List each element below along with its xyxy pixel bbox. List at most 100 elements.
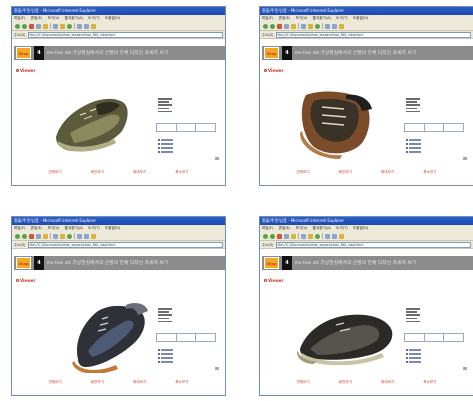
search-icon[interactable] (301, 23, 306, 29)
mail-icon[interactable] (325, 233, 330, 239)
favorites-icon[interactable] (308, 23, 313, 29)
favorites-icon[interactable] (308, 233, 313, 239)
mail-icon[interactable] (325, 23, 330, 29)
shoe-image[interactable] (296, 309, 396, 365)
print-icon[interactable] (332, 23, 337, 29)
menu-item-help[interactable]: 도움말(H) (353, 226, 368, 230)
address-input[interactable]: file:///C:/Documents/shoe_viewer/shoe_36… (27, 241, 223, 248)
zoom-icon[interactable] (463, 367, 467, 370)
address-input[interactable]: file:///C:/Documents/shoe_viewer/shoe_36… (275, 241, 471, 248)
menu-item-tools[interactable]: 도구(T) (336, 16, 348, 20)
zoom-icon[interactable] (215, 157, 219, 160)
menu-item-edit[interactable]: 편집(E) (279, 16, 291, 20)
link-all-view[interactable]: 전체보기 (297, 170, 310, 175)
menu-item-view[interactable]: 보기(V) (47, 16, 59, 20)
menu-item-file[interactable]: 파일(F) (14, 226, 25, 230)
menu-item-tools[interactable]: 도구(T) (88, 226, 100, 230)
favorites-icon[interactable] (60, 233, 65, 239)
stop-icon[interactable] (277, 23, 282, 29)
search-icon[interactable] (53, 23, 58, 29)
home-icon[interactable] (291, 233, 296, 239)
menu-item-tools[interactable]: 도구(T) (88, 16, 100, 20)
mail-icon[interactable] (77, 23, 82, 29)
shop-logo[interactable]: Shop (264, 47, 279, 59)
link-rotate-view[interactable]: 회전보기 (339, 380, 352, 385)
refresh-icon[interactable] (36, 233, 41, 239)
zoom-icon[interactable] (215, 367, 219, 370)
stop-icon[interactable] (29, 233, 34, 239)
print-icon[interactable] (84, 233, 89, 239)
menu-item-favorites[interactable]: 즐겨찾기(A) (313, 226, 332, 230)
favorites-icon[interactable] (60, 23, 65, 29)
back-icon[interactable] (15, 23, 20, 29)
forward-icon[interactable] (22, 233, 27, 239)
address-input[interactable]: file:///C:/Documents/shoe_viewer/shoe_36… (275, 31, 471, 38)
link-zoom-out[interactable]: 축소보기 (175, 380, 188, 385)
menu-item-tools[interactable]: 도구(T) (336, 226, 348, 230)
menu-item-edit[interactable]: 편집(E) (31, 226, 43, 230)
mail-icon[interactable] (77, 233, 82, 239)
menu-item-file[interactable]: 파일(F) (262, 16, 273, 20)
menu-item-help[interactable]: 도움말(H) (105, 226, 120, 230)
shop-logo[interactable]: Shop (264, 257, 279, 269)
media-icon[interactable] (315, 233, 320, 239)
link-zoom-out[interactable]: 축소보기 (423, 380, 436, 385)
stop-icon[interactable] (29, 23, 34, 29)
menu-item-view[interactable]: 보기(V) (47, 226, 59, 230)
edit-icon[interactable] (339, 233, 344, 239)
link-rotate-view[interactable]: 회전보기 (91, 380, 104, 385)
menu-item-file[interactable]: 파일(F) (14, 16, 25, 20)
media-icon[interactable] (67, 23, 72, 29)
back-icon[interactable] (263, 233, 268, 239)
menu-item-favorites[interactable]: 즐겨찾기(A) (65, 16, 84, 20)
stop-icon[interactable] (277, 233, 282, 239)
media-icon[interactable] (67, 233, 72, 239)
menu-item-edit[interactable]: 편집(E) (279, 226, 291, 230)
search-icon[interactable] (301, 233, 306, 239)
shoe-image[interactable] (50, 93, 134, 155)
link-all-view[interactable]: 전체보기 (49, 170, 62, 175)
menu-item-favorites[interactable]: 즐겨찾기(A) (65, 226, 84, 230)
home-icon[interactable] (291, 23, 296, 29)
refresh-icon[interactable] (284, 23, 289, 29)
link-zoom-in[interactable]: 확대보기 (381, 380, 394, 385)
edit-icon[interactable] (91, 233, 96, 239)
edit-icon[interactable] (91, 23, 96, 29)
menu-item-edit[interactable]: 편집(E) (31, 16, 43, 20)
menu-item-view[interactable]: 보기(V) (295, 226, 307, 230)
link-rotate-view[interactable]: 회전보기 (339, 170, 352, 175)
back-icon[interactable] (263, 23, 268, 29)
refresh-icon[interactable] (36, 23, 41, 29)
menu-item-file[interactable]: 파일(F) (262, 226, 273, 230)
home-icon[interactable] (43, 23, 48, 29)
shop-logo[interactable]: Shop (16, 47, 31, 59)
back-icon[interactable] (15, 233, 20, 239)
edit-icon[interactable] (339, 23, 344, 29)
refresh-icon[interactable] (284, 233, 289, 239)
shoe-image[interactable] (68, 299, 150, 373)
menu-item-favorites[interactable]: 즐겨찾기(A) (313, 16, 332, 20)
print-icon[interactable] (332, 233, 337, 239)
menu-item-help[interactable]: 도움말(H) (105, 16, 120, 20)
link-all-view[interactable]: 전체보기 (49, 380, 62, 385)
link-rotate-view[interactable]: 회전보기 (91, 170, 104, 175)
home-icon[interactable] (43, 233, 48, 239)
link-zoom-out[interactable]: 축소보기 (423, 170, 436, 175)
search-icon[interactable] (53, 233, 58, 239)
menu-item-view[interactable]: 보기(V) (295, 16, 307, 20)
link-zoom-in[interactable]: 확대보기 (133, 380, 146, 385)
link-zoom-in[interactable]: 확대보기 (381, 170, 394, 175)
zoom-icon[interactable] (463, 157, 467, 160)
link-all-view[interactable]: 전체보기 (297, 380, 310, 385)
media-icon[interactable] (315, 23, 320, 29)
forward-icon[interactable] (270, 23, 275, 29)
address-input[interactable]: file:///C:/Documents/shoe_viewer/shoe_36… (27, 31, 223, 38)
forward-icon[interactable] (270, 233, 275, 239)
shop-logo[interactable]: Shop (16, 257, 31, 269)
link-zoom-in[interactable]: 확대보기 (133, 170, 146, 175)
link-zoom-out[interactable]: 축소보기 (175, 170, 188, 175)
forward-icon[interactable] (22, 23, 27, 29)
shoe-image[interactable] (292, 85, 376, 159)
print-icon[interactable] (84, 23, 89, 29)
menu-item-help[interactable]: 도움말(H) (353, 16, 368, 20)
